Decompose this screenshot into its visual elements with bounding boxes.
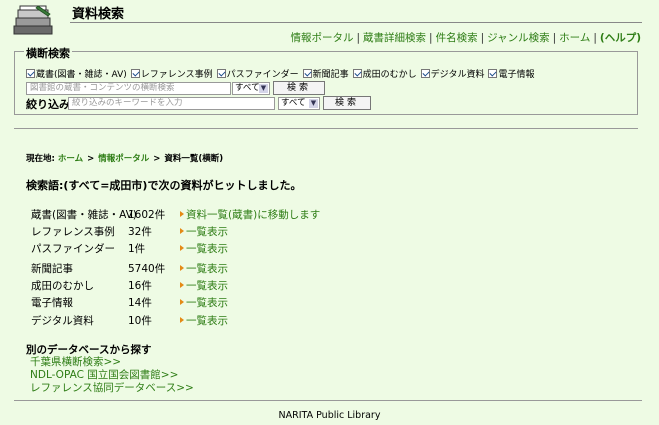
result-link-narita-history[interactable]: 一覧表示 bbox=[180, 278, 228, 293]
chevron-down-icon[interactable]: ▼ bbox=[309, 99, 318, 108]
result-label: パスファインダー bbox=[31, 243, 115, 255]
result-link-pathfinder[interactable]: 一覧表示 bbox=[180, 241, 228, 256]
result-count: 1602件 bbox=[128, 209, 166, 221]
result-count: 5740件 bbox=[128, 263, 166, 275]
result-count: 14件 bbox=[128, 297, 152, 309]
footer-divider bbox=[14, 400, 642, 401]
breadcrumb-home[interactable]: ホーム bbox=[58, 154, 83, 164]
checkbox-pathfinder[interactable]: パスファインダー bbox=[216, 67, 299, 80]
cross-search-select[interactable]: すべて ▼ bbox=[232, 82, 270, 95]
result-link-reference[interactable]: 一覧表示 bbox=[180, 224, 228, 239]
result-count: 32件 bbox=[128, 226, 152, 238]
footer: NARITA Public Library bbox=[278, 410, 381, 421]
arrow-right-icon bbox=[180, 317, 184, 323]
result-count: 10件 bbox=[128, 315, 152, 327]
section-divider bbox=[14, 128, 638, 129]
arrow-right-icon bbox=[180, 299, 184, 305]
checkbox-checked-icon[interactable] bbox=[130, 69, 140, 78]
checkbox-electronic[interactable]: 電子情報 bbox=[488, 67, 534, 80]
result-link-newspaper[interactable]: 一覧表示 bbox=[180, 261, 228, 276]
checkbox-digital[interactable]: デジタル資料 bbox=[420, 67, 484, 80]
result-label: 蔵書(図書・雑誌・AV) bbox=[31, 209, 137, 221]
checkbox-reference[interactable]: レファレンス事例 bbox=[130, 67, 213, 80]
breadcrumb-current: 資料一覧(横断) bbox=[164, 154, 224, 164]
cross-search-legend: 横断検索 bbox=[24, 45, 72, 61]
arrow-right-icon bbox=[180, 245, 184, 251]
result-label: レファレンス事例 bbox=[31, 226, 115, 238]
result-link-digital[interactable]: 一覧表示 bbox=[180, 313, 228, 328]
nav-home[interactable]: ホーム bbox=[559, 32, 590, 44]
page-title: 資料検索 bbox=[72, 7, 125, 22]
result-count: 1件 bbox=[128, 243, 146, 255]
checkbox-checked-icon[interactable] bbox=[352, 69, 362, 78]
result-label: デジタル資料 bbox=[31, 315, 94, 327]
result-link-collection[interactable]: 資料一覧(蔵書)に移動します bbox=[180, 207, 320, 222]
checkbox-collection[interactable]: 蔵書(図書・雑誌・AV) bbox=[26, 67, 127, 80]
nav-help[interactable]: (ヘルプ) bbox=[600, 32, 641, 44]
narrow-select[interactable]: すべて ▼ bbox=[278, 97, 320, 110]
result-count: 16件 bbox=[128, 280, 152, 292]
checkbox-checked-icon[interactable] bbox=[488, 69, 498, 78]
checkbox-narita-history[interactable]: 成田のむかし bbox=[352, 67, 417, 80]
narrow-label: 絞り込み bbox=[26, 98, 70, 111]
breadcrumb: 現在地: ホーム > 情報ポータル > 資料一覧(横断) bbox=[26, 154, 224, 164]
arrow-right-icon bbox=[180, 211, 184, 217]
narrow-input[interactable]: 絞り込みのキーワードを入力 bbox=[68, 97, 275, 110]
arrow-right-icon bbox=[180, 228, 184, 234]
top-navigation: 情報ポータル | 蔵書詳細検索 | 件名検索 | ジャンル検索 | ホーム | (ヘルプ) bbox=[290, 32, 641, 44]
result-link-electronic[interactable]: 一覧表示 bbox=[180, 295, 228, 310]
result-label: 成田のむかし bbox=[31, 280, 94, 292]
nav-info-portal[interactable]: 情報ポータル bbox=[290, 32, 353, 44]
narrow-search-button[interactable]: 検索 bbox=[323, 96, 371, 110]
checkbox-checked-icon[interactable] bbox=[302, 69, 312, 78]
arrow-right-icon bbox=[180, 265, 184, 271]
checkbox-checked-icon[interactable] bbox=[216, 69, 226, 78]
cross-search-input[interactable]: 図書館の蔵書・コンテンツの横断検索 bbox=[26, 82, 231, 95]
title-divider bbox=[70, 22, 642, 23]
result-label: 新聞記事 bbox=[31, 263, 73, 275]
nav-subject-search[interactable]: 件名検索 bbox=[436, 32, 478, 44]
checkbox-checked-icon[interactable] bbox=[420, 69, 430, 78]
breadcrumb-portal[interactable]: 情報ポータル bbox=[98, 154, 149, 164]
arrow-right-icon bbox=[180, 282, 184, 288]
nav-advanced-search[interactable]: 蔵書詳細検索 bbox=[363, 32, 426, 44]
books-logo-icon bbox=[13, 5, 53, 35]
checkbox-newspaper[interactable]: 新聞記事 bbox=[302, 67, 349, 80]
link-reference-db[interactable]: レファレンス協同データベース>> bbox=[30, 380, 194, 395]
cross-search-button[interactable]: 検索 bbox=[273, 81, 325, 95]
checkbox-checked-icon[interactable] bbox=[26, 69, 35, 78]
nav-genre-search[interactable]: ジャンル検索 bbox=[487, 32, 549, 44]
result-heading: 検索語:(すべて=成田市)で次の資料がヒットしました。 bbox=[26, 179, 302, 192]
result-label: 電子情報 bbox=[31, 297, 73, 309]
chevron-down-icon[interactable]: ▼ bbox=[259, 84, 268, 93]
search-target-checkboxes: 蔵書(図書・雑誌・AV) レファレンス事例 パスファインダー 新聞記事 成田のむ… bbox=[26, 67, 534, 80]
